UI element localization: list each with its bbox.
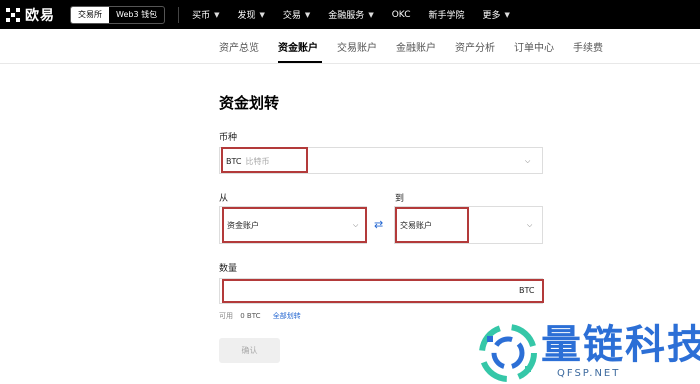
tab-asset-analysis[interactable]: 资产分析: [455, 39, 495, 54]
chevron-down-icon: ⌵: [353, 221, 359, 229]
tab-trading-account[interactable]: 交易账户: [337, 39, 377, 54]
nav-academy[interactable]: 新手学院: [428, 8, 464, 21]
available-value: 0 BTC: [240, 312, 261, 320]
nav-more[interactable]: 更多 ▼: [483, 8, 510, 22]
chevron-down-icon: ▼: [214, 10, 220, 19]
mode-web3-wallet[interactable]: Web3 钱包: [109, 7, 164, 23]
chevron-down-icon: ▼: [368, 10, 374, 19]
confirm-button[interactable]: 确认: [219, 338, 280, 363]
amount-label: 数量: [219, 264, 238, 274]
tab-earn-account[interactable]: 金融账户: [396, 39, 436, 54]
nav-finance[interactable]: 金融服务 ▼: [328, 8, 374, 22]
active-tab-indicator: [278, 61, 322, 63]
chevron-down-icon: ⌵: [525, 157, 531, 165]
tab-asset-overview[interactable]: 资产总览: [219, 39, 259, 54]
watermark-url: QFSP.NET: [557, 368, 621, 379]
tab-fees[interactable]: 手续费: [573, 39, 603, 54]
chevron-down-icon: ▼: [259, 10, 265, 19]
page-title: 资金划转: [219, 94, 280, 112]
amount-highlight: [222, 279, 544, 303]
watermark: 量链科技 QFSP.NET: [475, 322, 700, 384]
available-balance: 可用 0 BTC 全部划转: [219, 311, 301, 321]
transfer-all-link[interactable]: 全部划转: [273, 312, 301, 320]
watermark-logo-icon: [479, 324, 537, 382]
asset-subnav: 资产总览 资金账户 交易账户 金融账户 资产分析 订单中心 手续费: [0, 29, 700, 64]
nav-trade[interactable]: 交易 ▼: [283, 8, 311, 22]
swap-icon[interactable]: ⇄: [374, 218, 383, 231]
brand-logo[interactable]: 欧易: [6, 0, 55, 29]
chevron-down-icon: ⌵: [527, 221, 533, 229]
nav-divider: [178, 6, 180, 23]
okx-logo-icon: [6, 7, 20, 22]
nav-okc[interactable]: OKC: [392, 10, 411, 20]
top-navbar: 欧易 交易所 Web3 钱包 买币 ▼ 发现 ▼ 交易 ▼ 金融服务 ▼ OKC 新手学…: [0, 0, 700, 29]
nav-discover[interactable]: 发现 ▼: [237, 8, 265, 22]
from-account-select[interactable]: 资金账户: [227, 220, 259, 231]
currency-label: 币种: [219, 133, 238, 143]
to-label: 到: [395, 194, 405, 204]
chevron-down-icon: ▼: [304, 10, 311, 19]
currency-placeholder: 比特币: [245, 157, 270, 166]
amount-unit: BTC: [519, 286, 535, 295]
mode-switch: 交易所 Web3 钱包: [70, 5, 166, 24]
tab-order-center[interactable]: 订单中心: [514, 39, 554, 54]
chevron-down-icon: ▼: [504, 10, 510, 19]
from-label: 从: [219, 194, 229, 204]
watermark-text: 量链科技: [541, 322, 700, 368]
tab-funding-account[interactable]: 资金账户: [278, 39, 318, 54]
available-label: 可用: [219, 312, 233, 320]
main-nav: 买币 ▼ 发现 ▼ 交易 ▼ 金融服务 ▼ OKC 新手学院 更多 ▼: [192, 0, 528, 29]
to-account-select[interactable]: 交易账户: [400, 220, 432, 231]
nav-buy-crypto[interactable]: 买币 ▼: [192, 8, 220, 22]
mode-exchange[interactable]: 交易所: [71, 6, 109, 23]
currency-value: BTC 比特币: [226, 157, 270, 166]
brand-name: 欧易: [25, 7, 55, 24]
